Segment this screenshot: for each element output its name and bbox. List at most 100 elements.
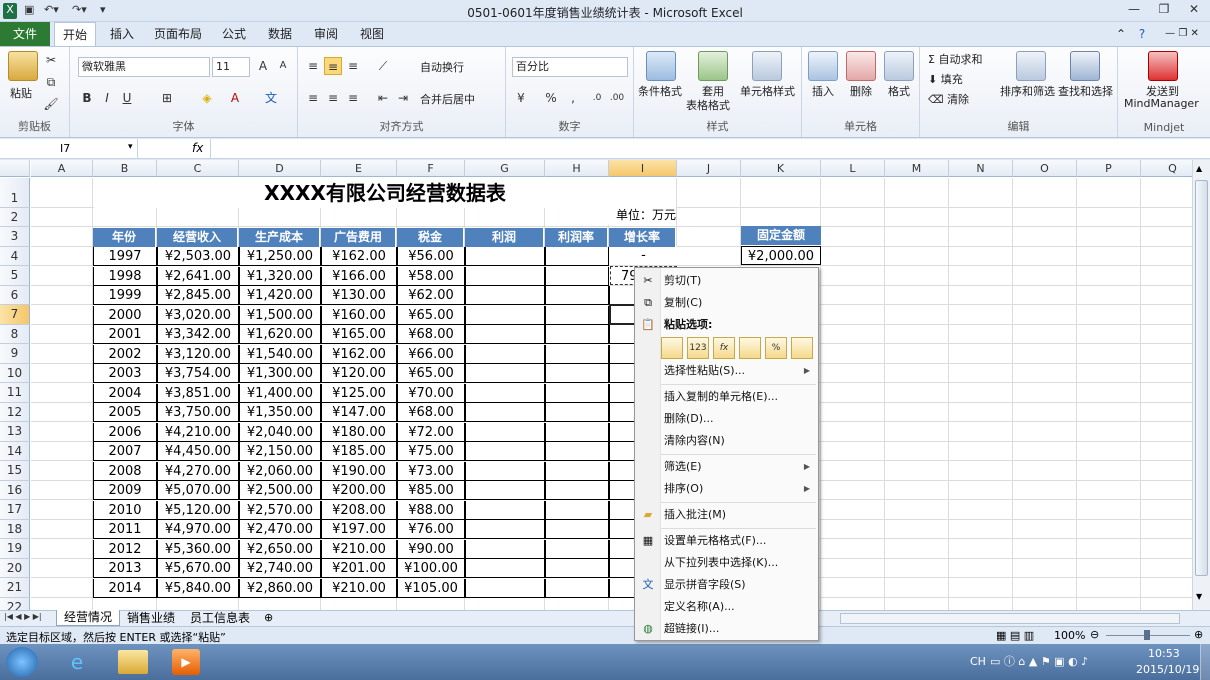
table-cell[interactable]: ¥4,970.00: [157, 520, 239, 539]
conditional-format-button[interactable]: 条件格式: [638, 83, 682, 99]
fill-button[interactable]: ⬇ 填充: [928, 71, 963, 87]
table-cell[interactable]: [545, 403, 609, 422]
conditional-format-icon[interactable]: [646, 51, 676, 81]
table-cell[interactable]: 2014: [93, 578, 157, 598]
table-cell[interactable]: ¥5,360.00: [157, 539, 239, 559]
table-cell[interactable]: 2013: [93, 559, 157, 578]
name-box-dropdown-icon[interactable]: ▾: [128, 142, 133, 152]
table-cell[interactable]: ¥208.00: [321, 500, 397, 520]
font-name-combo[interactable]: 微软雅黑: [78, 57, 210, 77]
comma-icon[interactable]: ,: [564, 89, 582, 107]
column-header[interactable]: N: [949, 160, 1013, 177]
column-header[interactable]: E: [321, 160, 397, 177]
paste-button[interactable]: 粘贴: [10, 85, 32, 101]
table-cell[interactable]: ¥2,060.00: [239, 461, 321, 481]
row-header[interactable]: 1: [0, 178, 30, 208]
table-cell[interactable]: 2003: [93, 364, 157, 383]
table-cell[interactable]: 2000: [93, 305, 157, 325]
menu-insert-comment[interactable]: ▰ 插入批注(M): [635, 504, 818, 526]
tab-file[interactable]: 文件: [0, 22, 50, 46]
column-header[interactable]: J: [677, 160, 741, 177]
column-header[interactable]: F: [397, 160, 465, 177]
table-cell[interactable]: [545, 442, 609, 461]
border-icon[interactable]: ⊞: [158, 89, 176, 107]
align-top-icon[interactable]: ≡: [304, 57, 322, 75]
table-cell[interactable]: ¥75.00: [397, 442, 465, 461]
tab-home[interactable]: 开始: [54, 22, 96, 47]
start-button-icon[interactable]: [6, 647, 38, 677]
sort-filter-button[interactable]: 排序和筛选: [1000, 83, 1055, 99]
paste-formulas-icon[interactable]: fx: [713, 337, 735, 359]
sheet-tab-active[interactable]: 经营情况: [56, 610, 120, 626]
table-cell[interactable]: 2011: [93, 520, 157, 539]
show-desktop-button[interactable]: [1200, 644, 1210, 680]
table-cell[interactable]: ¥88.00: [397, 500, 465, 520]
table-cell[interactable]: ¥2,860.00: [239, 578, 321, 598]
scroll-thumb[interactable]: [1195, 180, 1208, 576]
column-header[interactable]: D: [239, 160, 321, 177]
table-cell[interactable]: ¥3,851.00: [157, 383, 239, 403]
tab-data[interactable]: 数据: [260, 22, 300, 46]
table-cell[interactable]: [545, 383, 609, 403]
tab-view[interactable]: 视图: [352, 22, 392, 46]
table-cell[interactable]: [465, 325, 545, 344]
font-color-icon[interactable]: A: [226, 89, 244, 107]
restore-icon[interactable]: ❐: [1154, 2, 1174, 20]
table-cell[interactable]: [545, 305, 609, 325]
sheet-tab[interactable]: 员工信息表: [184, 611, 256, 626]
table-cell[interactable]: ¥4,450.00: [157, 442, 239, 461]
table-cell[interactable]: ¥210.00: [321, 539, 397, 559]
clear-button[interactable]: ⌫ 清除: [928, 91, 969, 107]
table-cell[interactable]: [545, 481, 609, 500]
table-cell[interactable]: 2010: [93, 500, 157, 520]
table-cell[interactable]: ¥3,120.00: [157, 344, 239, 364]
table-cell[interactable]: [465, 559, 545, 578]
unit-label[interactable]: 单位：万元: [580, 206, 676, 225]
table-cell[interactable]: 2012: [93, 539, 157, 559]
menu-format-cells[interactable]: ▦ 设置单元格格式(F)...: [635, 530, 818, 552]
table-cell[interactable]: ¥65.00: [397, 364, 465, 383]
sheet-title[interactable]: XXXX有限公司经营数据表: [94, 178, 676, 208]
table-cell[interactable]: ¥1,320.00: [239, 266, 321, 286]
tray-icons[interactable]: ▭ ⓘ ⌂ ▲ ⚑ ▣ ◐ ♪: [990, 653, 1088, 669]
table-cell[interactable]: [545, 461, 609, 481]
delete-cells-button[interactable]: 删除: [850, 83, 872, 99]
table-cell[interactable]: ¥2,845.00: [157, 286, 239, 305]
table-cell[interactable]: 2009: [93, 481, 157, 500]
italic-icon[interactable]: I: [98, 89, 116, 107]
table-cell[interactable]: ¥162.00: [321, 247, 397, 266]
vertical-scrollbar[interactable]: ▲ ▼: [1192, 160, 1210, 610]
table-cell[interactable]: [465, 403, 545, 422]
table-cell[interactable]: [465, 539, 545, 559]
table-header-cell[interactable]: 年份: [93, 227, 156, 247]
table-cell[interactable]: ¥1,350.00: [239, 403, 321, 422]
table-cell[interactable]: [545, 500, 609, 520]
table-cell[interactable]: ¥56.00: [397, 247, 465, 266]
column-header[interactable]: B: [93, 160, 157, 177]
workbook-window-controls[interactable]: — ❐ ✕: [1156, 22, 1208, 46]
sort-filter-icon[interactable]: [1016, 51, 1046, 81]
table-cell[interactable]: ¥5,070.00: [157, 481, 239, 500]
align-left-icon[interactable]: ≡: [304, 89, 322, 107]
row-header[interactable]: 21: [0, 578, 30, 598]
row-header[interactable]: 15: [0, 461, 30, 481]
table-cell[interactable]: ¥1,540.00: [239, 344, 321, 364]
minimize-icon[interactable]: —: [1124, 2, 1144, 20]
zoom-slider-thumb[interactable]: [1144, 630, 1150, 640]
row-header[interactable]: 7: [0, 305, 30, 325]
scroll-down-icon[interactable]: ▼: [1196, 592, 1202, 601]
table-cell[interactable]: ¥130.00: [321, 286, 397, 305]
percent-icon[interactable]: %: [542, 89, 560, 107]
send-to-line2[interactable]: MindManager: [1124, 97, 1199, 110]
row-header[interactable]: 12: [0, 402, 30, 422]
table-cell[interactable]: [465, 364, 545, 383]
tab-page-layout[interactable]: 页面布局: [148, 22, 208, 46]
table-cell[interactable]: ¥3,342.00: [157, 325, 239, 344]
table-cell[interactable]: 2007: [93, 442, 157, 461]
new-sheet-icon[interactable]: ⊕: [264, 611, 273, 624]
clock-time[interactable]: 10:53: [1148, 647, 1180, 660]
column-header[interactable]: K: [741, 160, 821, 177]
increase-decimal-icon[interactable]: .0: [588, 89, 606, 107]
table-cell[interactable]: ¥2,503.00: [157, 247, 239, 266]
table-cell[interactable]: ¥62.00: [397, 286, 465, 305]
